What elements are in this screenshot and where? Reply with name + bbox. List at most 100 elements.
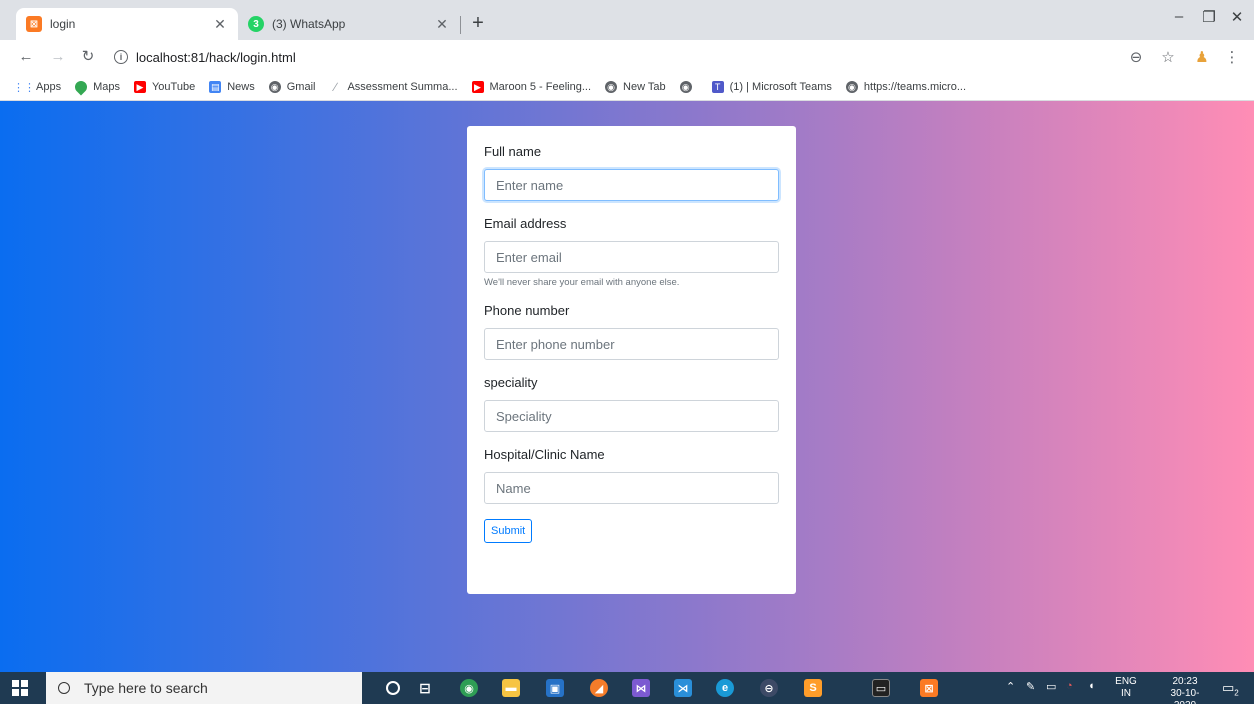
chrome-icon[interactable]: ◉ — [460, 679, 478, 697]
bookmark-label: Maps — [93, 81, 120, 93]
reload-icon[interactable]: ↻ — [78, 48, 98, 66]
speciality-label: speciality — [484, 375, 538, 390]
cortana-icon[interactable] — [386, 681, 400, 695]
volume-icon[interactable]: ◖ — [1088, 680, 1095, 692]
phone-input[interactable]: Enter phone number — [484, 328, 779, 360]
globe-icon: ◉ — [845, 81, 858, 93]
bookmark-teams-url[interactable]: ◉ https://teams.micro... — [845, 81, 967, 93]
bookmark-label: https://teams.micro... — [863, 81, 967, 93]
bookmark-label: YouTube — [151, 81, 196, 93]
region-code: IN — [1121, 688, 1131, 699]
youtube-icon: ▶ — [471, 81, 484, 93]
phone-placeholder: Enter phone number — [496, 336, 615, 352]
hospital-input[interactable]: Name — [484, 472, 779, 504]
speciality-group: speciality Speciality — [484, 375, 779, 432]
notification-icon[interactable]: ▭2 — [1222, 680, 1239, 698]
eclipse-icon[interactable]: ⊖ — [760, 679, 778, 697]
phone-label: Phone number — [484, 303, 570, 318]
bookmark-star-icon[interactable]: ☆ — [1158, 48, 1178, 66]
bookmark-apps[interactable]: ⋮⋮ Apps — [13, 81, 62, 94]
zoom-icon[interactable]: ⊖ — [1126, 48, 1146, 66]
teams-icon: T — [711, 81, 724, 93]
bookmark-label: New Tab — [623, 81, 666, 93]
page-background: Full name Enter name Email address Enter… — [0, 101, 1254, 672]
bookmark-youtube[interactable]: ▶ YouTube — [133, 81, 196, 93]
bookmark-globe[interactable]: ◉ — [679, 81, 698, 93]
bookmark-label: Apps — [36, 81, 62, 93]
phone-group: Phone number Enter phone number — [484, 303, 779, 360]
terminal-icon[interactable]: ▭ — [872, 679, 890, 697]
whatsapp-icon: 3 — [248, 16, 264, 32]
info-icon[interactable]: i — [114, 50, 128, 64]
menu-kebab-icon[interactable]: ⋮ — [1222, 48, 1242, 66]
address-bar[interactable]: i localhost:81/hack/login.html — [106, 45, 1126, 69]
bookmarks-bar: ⋮⋮ Apps Maps ▶ YouTube ▤ News ◉ Gmail ∕ … — [0, 74, 1254, 101]
tab-whatsapp[interactable]: 3 (3) WhatsApp ✕ — [238, 8, 460, 40]
full-name-input[interactable]: Enter name — [484, 169, 779, 201]
clock-date: 30-10-2020 — [1170, 688, 1200, 704]
profile-avatar-icon[interactable]: ♟ — [1192, 48, 1212, 66]
tab-title: (3) WhatsApp — [272, 17, 346, 31]
hospital-placeholder: Name — [496, 480, 531, 496]
store-icon[interactable]: ▣ — [546, 679, 564, 697]
bookmark-label: (1) | Microsoft Teams — [729, 81, 832, 93]
hospital-label: Hospital/Clinic Name — [484, 447, 605, 462]
file-explorer-icon[interactable]: ▬ — [502, 679, 520, 697]
pen-icon[interactable]: ✎ — [1026, 680, 1035, 693]
minimize-icon[interactable]: – — [1164, 8, 1194, 25]
hospital-group: Hospital/Clinic Name Name — [484, 447, 779, 504]
tab-divider — [460, 16, 461, 34]
bookmark-maps[interactable]: Maps — [72, 78, 120, 96]
windows-start-icon[interactable] — [12, 680, 28, 696]
xampp-icon[interactable]: ⊠ — [920, 679, 938, 697]
app-orange-icon[interactable]: ◢ — [590, 679, 608, 697]
clock-time: 20:23 — [1172, 676, 1198, 687]
tab-login[interactable]: ⊠ login ✕ — [16, 8, 238, 40]
bookmark-label: Maroon 5 - Feeling... — [489, 81, 592, 93]
bookmark-gmail[interactable]: ◉ Gmail — [268, 81, 315, 93]
email-label: Email address — [484, 216, 567, 231]
browser-toolbar: ← → ↻ i localhost:81/hack/login.html — [0, 40, 1254, 74]
bookmark-news[interactable]: ▤ News — [209, 81, 255, 93]
full-name-placeholder: Enter name — [496, 177, 564, 193]
restore-icon[interactable]: ❐ — [1194, 8, 1224, 26]
close-icon[interactable]: ✕ — [434, 16, 450, 33]
tray-chevron-icon[interactable]: ⌃ — [1006, 680, 1015, 693]
email-input[interactable]: Enter email — [484, 241, 779, 273]
forward-arrow-icon[interactable]: → — [48, 48, 68, 66]
task-view-icon[interactable]: ⊟ — [416, 679, 434, 697]
email-help-text: We'll never share your email with anyone… — [484, 277, 680, 288]
language-indicator[interactable]: ENG IN — [1114, 676, 1138, 700]
battery-icon[interactable]: ▭ — [1046, 680, 1056, 693]
network-icon[interactable]: ◔ — [1066, 680, 1073, 692]
sublime-icon[interactable]: S — [804, 679, 822, 697]
submit-button[interactable]: Submit — [484, 519, 533, 543]
bookmark-assessment[interactable]: ∕ Assessment Summa... — [329, 80, 457, 94]
bookmark-new-tab[interactable]: ◉ New Tab — [605, 81, 666, 93]
bookmark-maroon5[interactable]: ▶ Maroon 5 - Feeling... — [471, 81, 592, 93]
globe-icon: ◉ — [679, 81, 692, 93]
maps-pin-icon — [72, 78, 90, 96]
taskbar-search-placeholder: Type here to search — [84, 680, 208, 696]
edge-icon[interactable]: e — [716, 679, 734, 697]
language-code: ENG — [1115, 676, 1137, 687]
vscode-icon[interactable]: ⋊ — [674, 679, 692, 697]
window-close-icon[interactable]: ✕ — [1222, 8, 1252, 26]
notification-count: 2 — [1234, 688, 1239, 698]
registration-form-card: Full name Enter name Email address Enter… — [467, 126, 796, 594]
url-text: localhost:81/hack/login.html — [136, 49, 296, 65]
taskbar-search-box[interactable]: Type here to search — [46, 672, 362, 704]
full-name-label: Full name — [484, 144, 542, 159]
news-icon: ▤ — [209, 81, 222, 93]
bookmark-label: News — [227, 81, 255, 93]
visual-studio-icon[interactable]: ⋈ — [632, 679, 650, 697]
email-placeholder: Enter email — [496, 249, 562, 265]
speciality-placeholder: Speciality — [496, 408, 552, 424]
close-icon[interactable]: ✕ — [212, 16, 228, 33]
system-clock[interactable]: 20:23 30-10-2020 — [1160, 676, 1210, 704]
new-tab-button[interactable]: + — [468, 12, 488, 34]
tab-strip: ⊠ login ✕ 3 (3) WhatsApp ✕ + – ❐ ✕ — [0, 0, 1254, 40]
bookmark-teams[interactable]: T (1) | Microsoft Teams — [711, 81, 832, 93]
speciality-input[interactable]: Speciality — [484, 400, 779, 432]
back-arrow-icon[interactable]: ← — [16, 48, 36, 66]
